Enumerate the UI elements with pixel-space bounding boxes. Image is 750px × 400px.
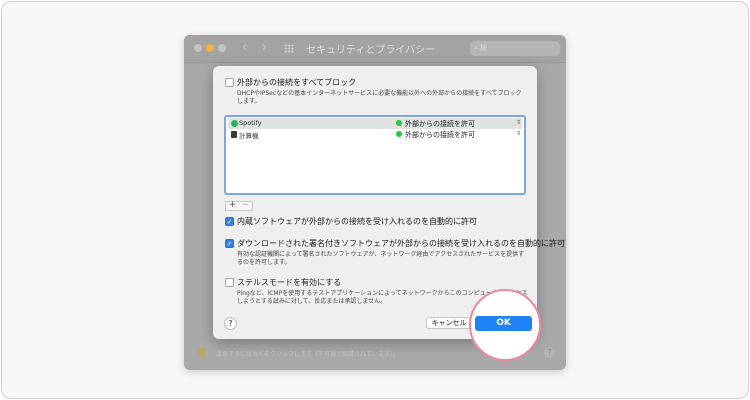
close-window-button[interactable]	[194, 44, 202, 52]
app-list[interactable]: Spotify 外部からの接続を許可 ⇕ 計算機 外部からの接続を許可 ⇕	[224, 115, 526, 195]
window-titlebar: ‹ › セキュリティとプライバシー ⌕ 検	[184, 35, 566, 63]
help-button[interactable]: ?	[224, 317, 237, 330]
signed-software-checkbox[interactable]: ✓	[225, 239, 234, 248]
window-title: セキュリティとプライバシー	[306, 45, 436, 56]
stealth-mode-checkbox[interactable]	[225, 278, 234, 287]
app-row-calculator[interactable]: 計算機 外部からの接続を許可 ⇕	[228, 129, 522, 140]
search-placeholder: 検	[480, 44, 488, 52]
ok-button[interactable]: OK	[475, 316, 532, 331]
builtin-software-checkbox[interactable]: ✓	[225, 217, 234, 226]
forward-arrow-icon[interactable]: ›	[262, 40, 267, 55]
back-arrow-icon[interactable]: ‹	[242, 40, 247, 55]
lock-hint-text: 変更するにはカギをクリックします（不可視で保護されています）。	[216, 351, 399, 358]
select-chevron-icon[interactable]: ⇕	[516, 119, 521, 126]
signed-software-label: ダウンロードされた署名付きソフトウェアが外部からの接続を受け入れるのを自動的に許…	[237, 239, 565, 248]
app-name: Spotify	[239, 119, 262, 127]
window-help-button[interactable]: ?	[544, 347, 555, 358]
connection-status-select[interactable]: 外部からの接続を許可	[405, 130, 475, 140]
app-name: 計算機	[239, 132, 259, 140]
app-row-spotify[interactable]: Spotify 外部からの接続を許可 ⇕	[228, 118, 522, 129]
search-field[interactable]: ⌕ 検	[470, 41, 560, 56]
stealth-mode-label: ステルスモードを有効にする	[237, 278, 342, 287]
lock-icon[interactable]	[198, 348, 206, 357]
builtin-software-label: 内蔵ソフトウェアが外部からの接続を受け入れるのを自動的に許可	[237, 217, 477, 226]
zoom-window-button[interactable]	[218, 44, 226, 52]
block-all-label: 外部からの接続をすべてブロック	[237, 78, 357, 87]
block-all-checkbox[interactable]	[225, 78, 234, 87]
add-app-button[interactable]: +	[226, 200, 239, 210]
connection-status-select[interactable]: 外部からの接続を許可	[405, 119, 475, 129]
spotify-app-icon	[231, 120, 238, 127]
show-all-grid-icon[interactable]	[284, 44, 294, 53]
calculator-app-icon	[231, 131, 237, 138]
status-dot-icon	[396, 120, 402, 126]
select-chevron-icon[interactable]: ⇕	[516, 130, 521, 137]
signed-software-description: 有効な認証機関によって署名されたソフトウェアが、ネットワーク経由でアクセスされた…	[237, 251, 525, 266]
remove-app-button[interactable]: −	[239, 200, 252, 210]
minimize-window-button[interactable]	[206, 44, 214, 52]
status-dot-icon	[396, 131, 402, 137]
block-all-description: DHCPやIPSecなどの基本インターネットサービスに必要な機能以外への外部から…	[237, 90, 522, 105]
add-remove-control: + −	[225, 200, 253, 211]
cancel-button[interactable]: キャンセル	[426, 317, 472, 329]
